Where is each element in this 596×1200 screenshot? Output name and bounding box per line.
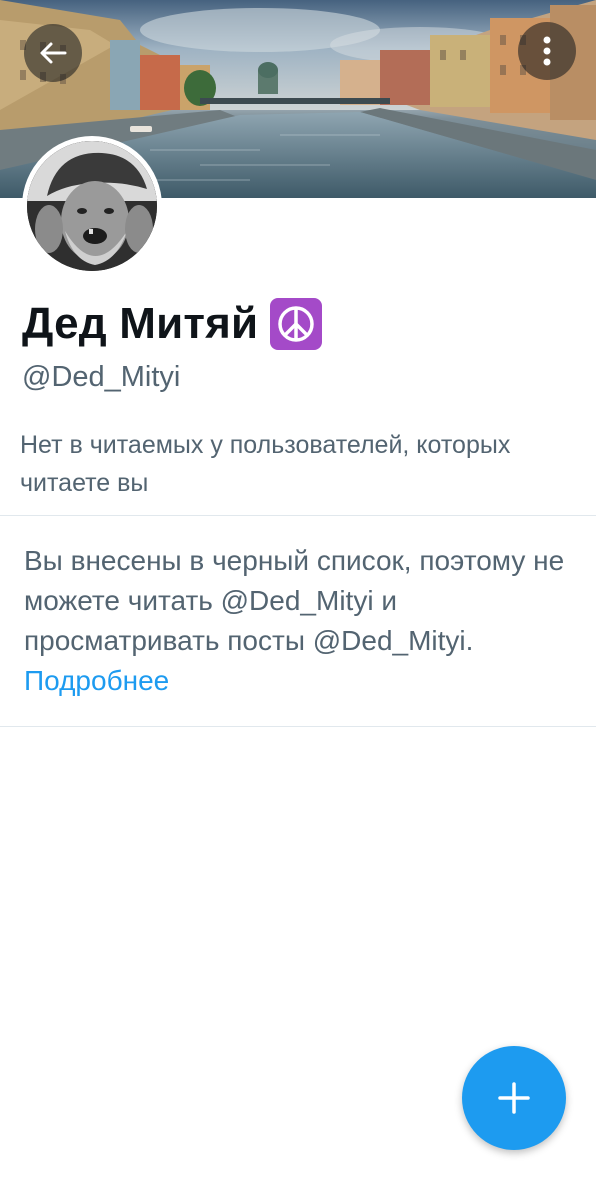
arrow-left-icon <box>40 42 67 64</box>
blocked-message: Вы внесены в черный список, поэтому не м… <box>24 545 565 656</box>
display-name: Дед Митяй <box>22 299 259 348</box>
divider <box>0 726 596 727</box>
more-options-button[interactable] <box>518 22 576 80</box>
plus-icon <box>498 1082 530 1114</box>
more-vertical-icon <box>543 36 551 66</box>
avatar-image <box>27 141 157 271</box>
learn-more-link[interactable]: Подробнее <box>24 661 169 701</box>
profile-handle: @Ded_Mityi <box>22 361 181 393</box>
back-button[interactable] <box>24 24 82 82</box>
avatar[interactable] <box>22 136 162 276</box>
profile-screen: Дед Митяй @Ded_Mityi Нет в читаемых у по… <box>0 0 596 1200</box>
peace-symbol-icon <box>270 298 323 350</box>
profile-name-row: Дед Митяй <box>22 294 323 354</box>
compose-button[interactable] <box>462 1046 566 1150</box>
divider <box>0 515 596 516</box>
followed-by-info: Нет в читаемых у пользователей, которых … <box>20 431 511 497</box>
